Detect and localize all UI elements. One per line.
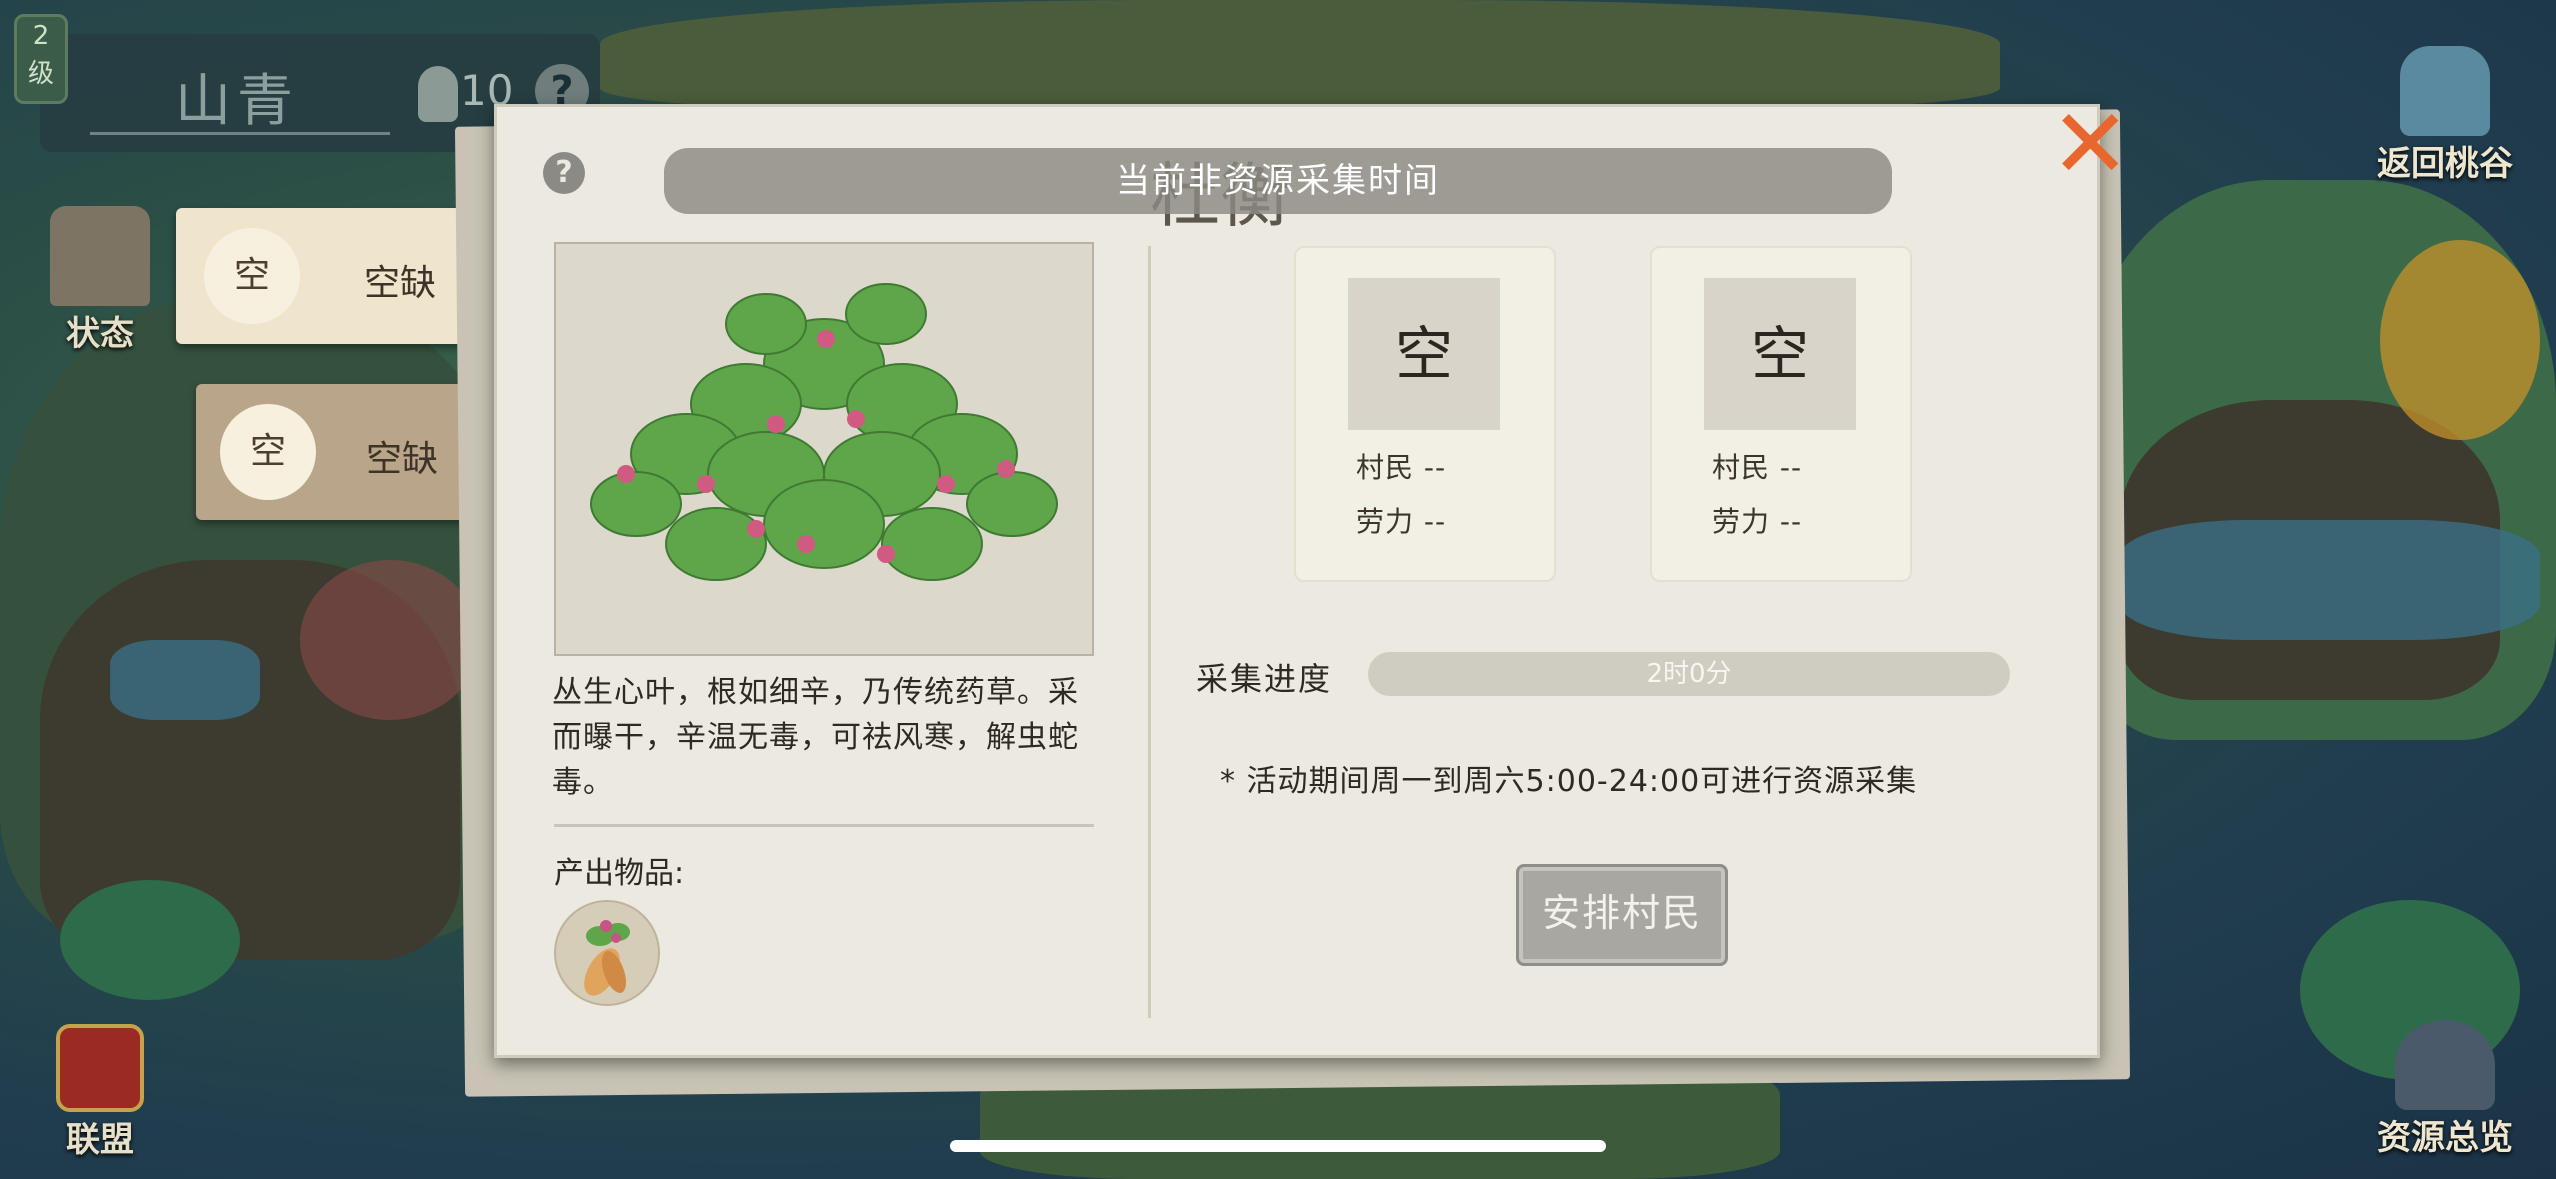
slot-label: 空缺 bbox=[366, 439, 439, 480]
return-button[interactable]: 返回桃谷 bbox=[2360, 46, 2530, 185]
plant-image bbox=[554, 242, 1094, 656]
resource-overview-button[interactable]: 资源总览 bbox=[2360, 1020, 2530, 1159]
status-banner: 当前非资源采集时间 bbox=[664, 148, 1892, 214]
output-label: 产出物品: bbox=[554, 856, 685, 891]
return-arrow-icon bbox=[2400, 46, 2490, 136]
villager-slot-icon: 空 bbox=[1348, 278, 1500, 430]
close-button[interactable]: ✕ bbox=[2030, 94, 2140, 194]
progress-label: 采集进度 bbox=[1196, 660, 1333, 698]
output-item[interactable] bbox=[554, 900, 660, 1006]
villager-label: 村民 -- bbox=[1356, 451, 1447, 484]
house-icon bbox=[50, 206, 150, 306]
status-label: 状态 bbox=[66, 314, 134, 354]
overview-character-icon bbox=[2395, 1020, 2495, 1110]
labor-label: 劳力 -- bbox=[1356, 505, 1447, 538]
villager-slot-icon: 空 bbox=[1704, 278, 1856, 430]
alliance-label: 联盟 bbox=[66, 1120, 134, 1160]
dialog-divider bbox=[1148, 246, 1151, 1018]
villager-slot-2[interactable]: 空 村民 -- 劳力 -- bbox=[1650, 246, 1912, 582]
player-name[interactable]: 山青 bbox=[175, 56, 299, 137]
alliance-button[interactable]: 联盟 bbox=[40, 1024, 160, 1161]
slot-circle: 空 bbox=[220, 404, 316, 500]
villager-slot-1[interactable]: 空 村民 -- 劳力 -- bbox=[1294, 246, 1556, 582]
description-divider bbox=[554, 824, 1094, 827]
herb-plant-icon bbox=[590, 283, 1058, 581]
progress-bar: 2时0分 bbox=[1368, 652, 2010, 696]
return-label: 返回桃谷 bbox=[2377, 144, 2513, 184]
home-indicator[interactable] bbox=[950, 1140, 1606, 1152]
labor-label: 劳力 -- bbox=[1712, 505, 1803, 538]
status-button[interactable]: 状态 bbox=[40, 206, 160, 355]
villager-label: 村民 -- bbox=[1712, 451, 1803, 484]
dialog-help-button[interactable]: ? bbox=[543, 152, 585, 194]
name-underline bbox=[90, 132, 390, 135]
progress-text: 2时0分 bbox=[1646, 659, 1732, 689]
plant-description: 丛生心叶，根如细辛，乃传统药草。采而曝干，辛温无毒，可祛风寒，解虫蛇毒。 bbox=[552, 675, 1079, 800]
collection-note: * 活动期间周一到周六5:00-24:00可进行资源采集 bbox=[1220, 764, 1918, 799]
alliance-banner-icon bbox=[56, 1024, 144, 1112]
arrange-villager-button[interactable]: 安排村民 bbox=[1516, 864, 1728, 966]
close-icon: ✕ bbox=[2050, 88, 2131, 200]
population-icon bbox=[418, 66, 458, 122]
herb-root-icon bbox=[584, 920, 630, 996]
player-level: 2 级 bbox=[27, 21, 54, 89]
slot-circle: 空 bbox=[204, 228, 300, 324]
slot-label: 空缺 bbox=[364, 263, 437, 304]
player-level-badge: 2 级 bbox=[14, 14, 68, 104]
overview-label: 资源总览 bbox=[2377, 1118, 2513, 1158]
